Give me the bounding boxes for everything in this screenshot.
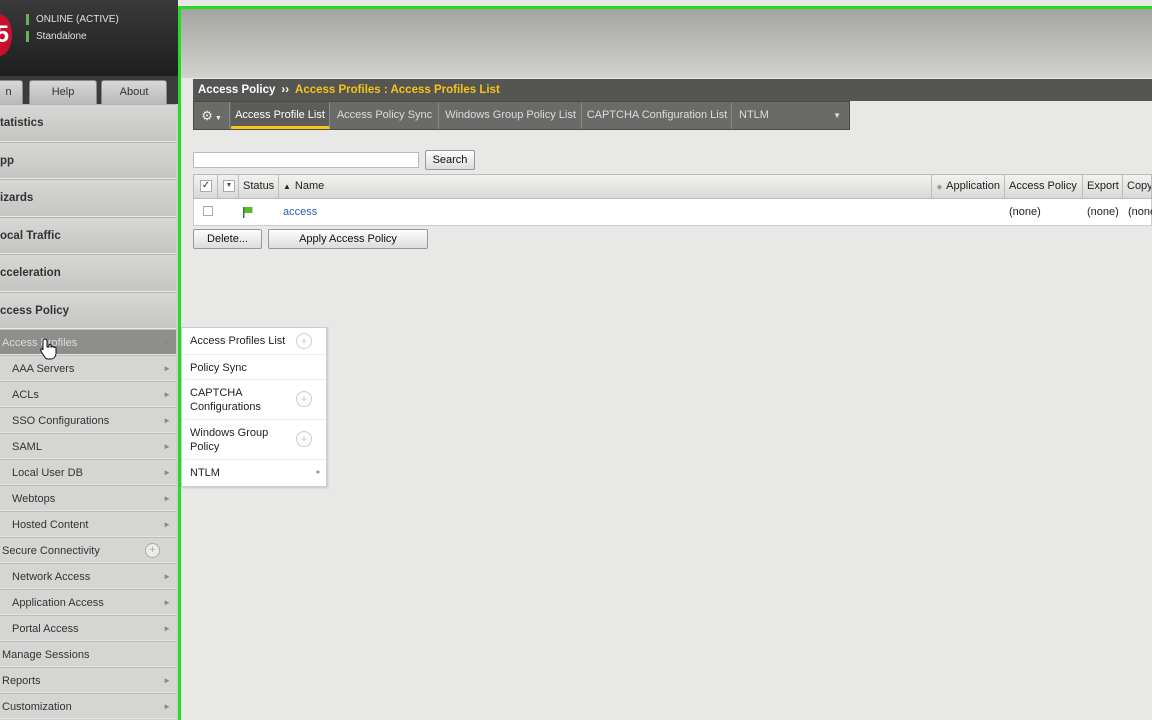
breadcrumb-root[interactable]: Access Policy <box>198 84 275 96</box>
nav-application-access[interactable]: Application Access ► <box>0 589 176 615</box>
nav-network-access[interactable]: Network Access ► <box>0 563 176 589</box>
apply-access-policy-button[interactable]: Apply Access Policy <box>268 229 428 249</box>
nav-aaa-servers[interactable]: AAA Servers ► <box>0 355 176 381</box>
nav-access-policy[interactable]: ccess Policy <box>0 291 176 329</box>
brand-logo: 5 <box>0 14 12 56</box>
chevron-right-icon: ► <box>163 494 171 503</box>
status-online-text: ONLINE (ACTIVE) <box>36 14 119 25</box>
nav-acceleration[interactable]: cceleration <box>0 254 176 292</box>
chevron-right-icon: ► <box>163 338 171 347</box>
chevron-right-icon: ► <box>163 468 171 477</box>
nav-manage-sessions[interactable]: Manage Sessions <box>0 641 176 667</box>
cell-export: (none) <box>1087 206 1119 218</box>
select-all-checkbox[interactable]: ✓ <box>196 175 218 198</box>
nav-webtops[interactable]: Webtops ► <box>0 485 176 511</box>
search-button[interactable]: Search <box>425 150 475 170</box>
breadcrumb-separator: ›› <box>281 84 290 96</box>
sort-ascending-icon: ▲ <box>283 182 291 191</box>
column-status[interactable]: Status <box>239 175 279 198</box>
plus-circle-icon[interactable]: + <box>296 333 312 349</box>
table-header: ✓ ▼ Status ▲ Name ◆ Application Access Pol… <box>193 174 1152 199</box>
main-header-band <box>181 9 1152 78</box>
plus-circle-icon[interactable]: + <box>296 391 312 407</box>
chevron-down-icon: ▼ <box>833 111 841 120</box>
nav-portal-access[interactable]: Portal Access ► <box>0 615 176 641</box>
chevron-right-icon: ► <box>163 702 171 711</box>
nav-reports[interactable]: Reports ► <box>0 667 176 693</box>
delete-button[interactable]: Delete... <box>193 229 262 249</box>
chevron-right-icon: ► <box>163 416 171 425</box>
row-checkbox[interactable] <box>203 206 213 216</box>
left-tab-bar: n Help About <box>0 76 178 104</box>
chevron-right-icon: ► <box>163 442 171 451</box>
nav-secure-connectivity[interactable]: Secure Connectivity + <box>0 537 176 563</box>
column-export[interactable]: Export <box>1083 175 1123 198</box>
flyout-captcha-configurations[interactable]: CAPTCHA Configurations + <box>182 380 326 420</box>
chevron-right-icon: ► <box>315 469 322 476</box>
tab-ntlm[interactable]: NTLM ▼ <box>733 102 849 129</box>
tab-about[interactable]: About <box>101 80 167 104</box>
table-row: access (none) (none) (none) <box>193 199 1152 226</box>
nav-sso-configurations[interactable]: SSO Configurations ► <box>0 407 176 433</box>
breadcrumb: Access Policy ›› Access Profiles : Access … <box>193 79 1152 101</box>
column-access-policy[interactable]: Access Policy <box>1005 175 1083 198</box>
flyout-menu: Access Profiles List + Policy Sync CAPTC… <box>181 327 327 487</box>
nav-saml[interactable]: SAML ► <box>0 433 176 459</box>
column-application[interactable]: ◆ Application <box>932 175 1005 198</box>
flyout-policy-sync[interactable]: Policy Sync <box>182 355 326 380</box>
status-flag-icon <box>241 199 255 225</box>
status-indicator <box>26 14 29 25</box>
nav-hosted-content[interactable]: Hosted Content ► <box>0 511 176 537</box>
chevron-down-icon: ▼ <box>223 180 235 192</box>
gear-icon[interactable]: ⚙ ▼ <box>194 102 230 129</box>
status-header: 5 ONLINE (ACTIVE) Standalone <box>0 0 178 76</box>
search-input[interactable] <box>193 152 419 168</box>
chevron-right-icon: ► <box>163 624 171 633</box>
nav-local-traffic[interactable]: ocal Traffic <box>0 216 176 254</box>
sort-icon: ◆ <box>936 184 943 191</box>
nav-wizards[interactable]: izards <box>0 179 176 217</box>
status-filter-dropdown[interactable]: ▼ <box>219 175 239 198</box>
tab-captcha-configuration-list[interactable]: CAPTCHA Configuration List <box>583 102 732 129</box>
nav-customization[interactable]: Customization ► <box>0 693 176 719</box>
plus-circle-icon[interactable]: + <box>296 431 312 447</box>
chevron-right-icon: ► <box>163 676 171 685</box>
tab-access-policy-sync[interactable]: Access Policy Sync <box>331 102 439 129</box>
tab-help[interactable]: Help <box>29 80 97 104</box>
nav-statistics[interactable]: tatistics <box>0 104 176 142</box>
tab-main[interactable]: n <box>0 80 23 104</box>
chevron-right-icon: ► <box>163 520 171 529</box>
chevron-right-icon: ► <box>163 572 171 581</box>
chevron-right-icon: ► <box>163 598 171 607</box>
column-copy[interactable]: Copy <box>1123 175 1151 198</box>
chevron-right-icon: ► <box>163 390 171 399</box>
tab-windows-group-policy-list[interactable]: Windows Group Policy List <box>440 102 582 129</box>
plus-circle-icon[interactable]: + <box>145 543 160 558</box>
cell-copy: (none) <box>1128 206 1152 218</box>
nav-app[interactable]: pp <box>0 141 176 179</box>
tab-access-profile-list[interactable]: Access Profile List <box>231 102 330 129</box>
nav-acls[interactable]: ACLs ► <box>0 381 176 407</box>
navigation-menu: tatistics pp izards ocal Traffic ccelera… <box>0 104 176 719</box>
cell-access-policy: (none) <box>1009 206 1041 218</box>
status-mode-text: Standalone <box>36 31 87 42</box>
check-icon: ✓ <box>200 180 212 192</box>
flyout-windows-group-policy[interactable]: Windows Group Policy + <box>182 420 326 460</box>
access-profiles-table: ✓ ▼ Status ▲ Name ◆ Application Access Pol… <box>193 174 1152 226</box>
hand-cursor-icon <box>40 338 57 360</box>
mode-indicator <box>26 31 29 42</box>
left-panel: 5 ONLINE (ACTIVE) Standalone n Help Abou… <box>0 0 178 720</box>
flyout-access-profiles-list[interactable]: Access Profiles List + <box>182 328 326 355</box>
nav-access-profiles[interactable]: Access Profiles ► <box>0 329 176 355</box>
profile-name-link[interactable]: access <box>283 199 317 225</box>
nav-local-user-db[interactable]: Local User DB ► <box>0 459 176 485</box>
column-name[interactable]: ▲ Name <box>279 175 932 198</box>
flyout-ntlm[interactable]: NTLM ► <box>182 460 326 486</box>
breadcrumb-current: Access Profiles : Access Profiles List <box>295 84 500 96</box>
chevron-right-icon: ► <box>163 364 171 373</box>
sub-tab-bar: ⚙ ▼ Access Profile List Access Policy Syn… <box>193 101 850 130</box>
